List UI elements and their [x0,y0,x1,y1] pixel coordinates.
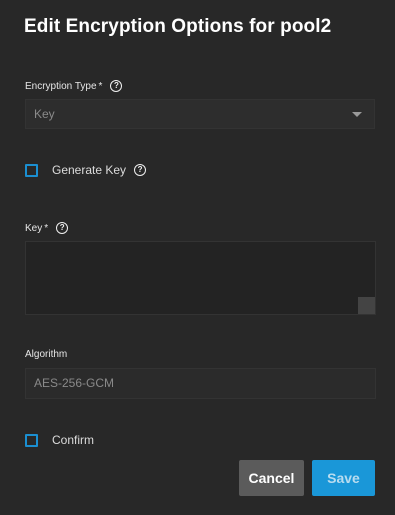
encryption-type-label: Encryption Type [25,80,97,92]
confirm-checkbox[interactable] [25,433,38,447]
resize-handle[interactable] [358,297,375,314]
encryption-type-value: Key [34,107,55,121]
key-textarea[interactable] [25,241,376,315]
algorithm-label: Algorithm [25,349,68,360]
help-icon[interactable]: ? [134,164,147,176]
algorithm-value: AES-256-GCM [34,376,115,390]
algorithm-label-row: Algorithm [25,349,67,360]
cancel-button[interactable]: Cancel [239,460,304,496]
confirm-row: Confirm [25,433,94,447]
chevron-down-icon [352,112,362,117]
encryption-type-label-row: Encryption Type * ? [25,80,123,92]
dialog-title: Edit Encryption Options for pool2 [24,16,332,37]
help-icon[interactable]: ? [110,80,123,92]
required-mark: * [44,222,49,234]
generate-key-row: Generate Key ? [25,163,147,177]
encryption-type-select[interactable]: Key [25,99,375,129]
help-icon[interactable]: ? [56,222,69,234]
edit-encryption-dialog: Edit Encryption Options for pool2 Encryp… [0,0,395,515]
save-button[interactable]: Save [312,460,375,496]
confirm-label: Confirm [52,433,95,447]
generate-key-checkbox[interactable] [25,163,38,177]
algorithm-field[interactable]: AES-256-GCM [25,368,376,399]
required-mark: * [98,80,103,92]
generate-key-label: Generate Key [52,163,127,177]
key-label: Key [25,222,43,234]
key-label-row: Key * ? [25,222,69,234]
